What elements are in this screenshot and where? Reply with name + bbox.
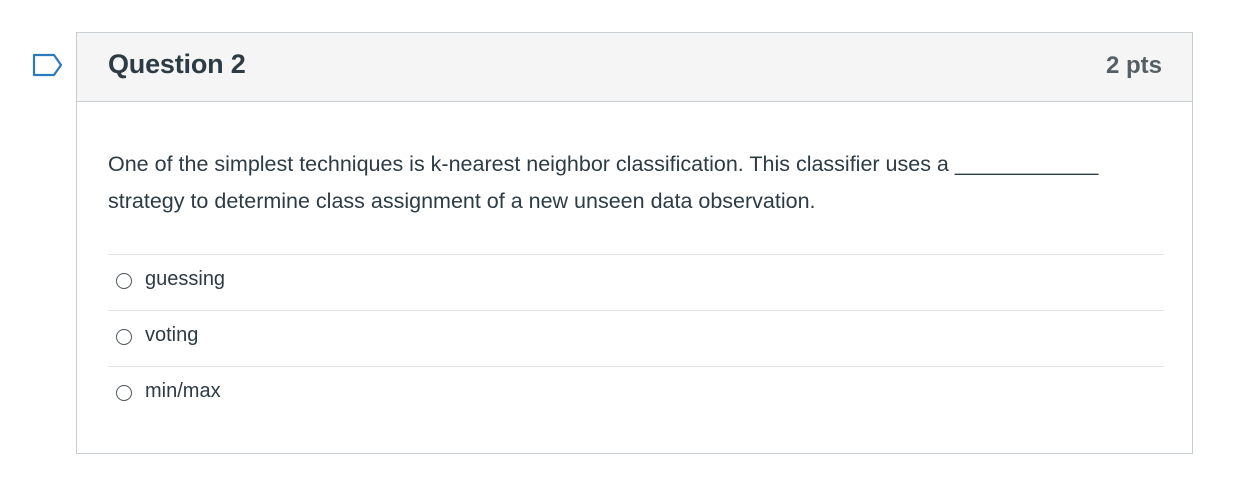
- question-card: Question 2 2 pts One of the simplest tec…: [76, 32, 1193, 454]
- answer-option-voting[interactable]: voting: [108, 310, 1164, 366]
- question-header: Question 2 2 pts: [77, 33, 1192, 102]
- flag-question-icon[interactable]: [32, 53, 64, 77]
- answer-label: voting: [145, 324, 199, 346]
- question-points: 2 pts: [1105, 52, 1162, 79]
- radio-button-icon[interactable]: [116, 385, 132, 401]
- radio-button-icon[interactable]: [116, 329, 132, 345]
- question-text: One of the simplest techniques is k-near…: [108, 152, 1099, 213]
- answer-option-guessing[interactable]: guessing: [108, 254, 1164, 310]
- answer-option-min-max[interactable]: min/max: [108, 366, 1164, 422]
- radio-button-icon[interactable]: [116, 273, 132, 289]
- question-title: Question 2: [108, 49, 246, 79]
- answer-label: min/max: [145, 380, 221, 402]
- answer-list: guessing voting min/max: [108, 254, 1164, 422]
- answer-label: guessing: [145, 268, 226, 290]
